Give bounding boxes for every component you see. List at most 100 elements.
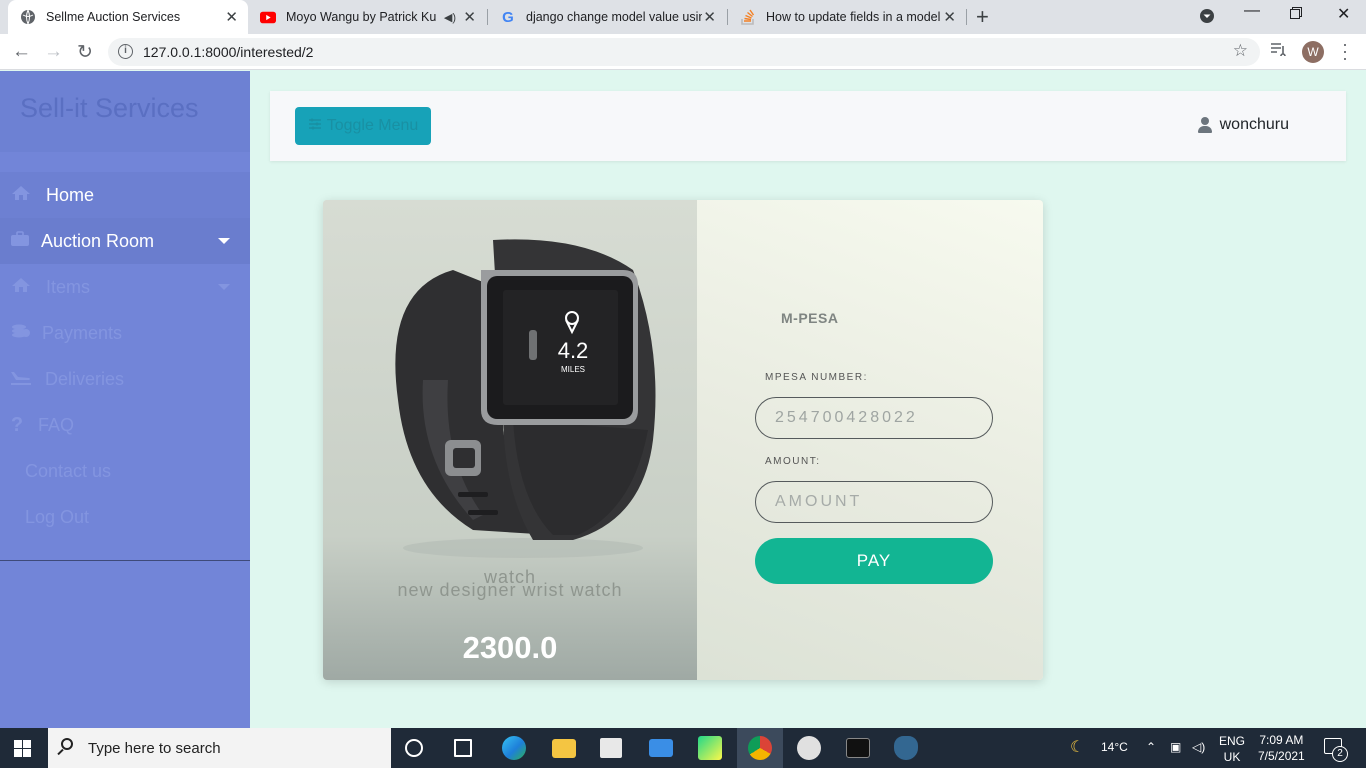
windows-start-icon[interactable] (14, 740, 31, 757)
google-icon: G (502, 8, 514, 26)
close-icon[interactable]: ✕ (943, 8, 956, 26)
site-info-icon[interactable]: i (118, 44, 133, 59)
tab-youtube[interactable]: Moyo Wangu by Patrick Kub ◀) ✕ (248, 0, 486, 34)
sidebar-item-items[interactable]: Items (0, 264, 250, 310)
product-image: 4.2 MILES (395, 239, 656, 558)
close-window-icon[interactable]: ✕ (1337, 4, 1350, 24)
taskbar-clock[interactable]: 7:09 AM 7/5/2021 (1258, 732, 1305, 764)
cortana-icon[interactable] (405, 739, 423, 757)
home-icon (10, 277, 32, 298)
language-code: ENG (1219, 734, 1246, 748)
chrome-icon[interactable] (748, 736, 772, 760)
taskbar-search-placeholder: Type here to search (88, 740, 221, 757)
top-navbar: Toggle Menu wonchuru (270, 91, 1346, 161)
url-text[interactable]: 127.0.0.1:8000/interested/2 (143, 44, 313, 60)
sidebar-divider (0, 560, 250, 561)
mpesa-number-label: MPESA NUMBER: (765, 372, 868, 383)
coins-icon (10, 323, 32, 344)
sidebar-item-logout[interactable]: Log Out (0, 494, 250, 540)
reload-icon[interactable]: ↻ (77, 41, 93, 64)
sidebar-item-auction-room[interactable]: Auction Room (0, 218, 250, 264)
sidebar-item-label: FAQ (38, 414, 75, 435)
user-menu[interactable]: wonchuru (1197, 116, 1289, 134)
tab-sellme[interactable]: Sellme Auction Services ✕ (8, 0, 248, 34)
sidebar-item-payments[interactable]: Payments (0, 310, 250, 356)
amount-input[interactable] (755, 481, 993, 523)
weather-icon[interactable]: ☾ (1070, 737, 1084, 757)
brand-title: Sell-it Services (20, 93, 199, 123)
store-icon[interactable] (600, 738, 622, 758)
pay-button[interactable]: PAY (755, 538, 993, 584)
toggle-menu-button[interactable]: Toggle Menu (295, 107, 431, 145)
sidebar-item-label: Deliveries (45, 368, 125, 389)
briefcase-icon (9, 230, 31, 252)
kebab-menu-icon[interactable]: · · · (1342, 35, 1348, 67)
sidebar-item-label: Auction Room (41, 230, 155, 251)
sidebar-item-label: Home (46, 184, 95, 205)
terminal-icon[interactable] (846, 738, 870, 758)
chevron-down-icon (218, 238, 230, 244)
tab-title: django change model value usinc (526, 10, 702, 24)
new-tab-plus-icon[interactable]: + (976, 4, 989, 30)
mail-icon[interactable] (649, 739, 673, 757)
sidebar-item-label: Payments (42, 322, 123, 343)
clock-date: 7/5/2021 (1258, 749, 1305, 763)
tab-stackoverflow[interactable]: How to update fields in a model ✕ (728, 0, 966, 34)
search-icon (61, 738, 73, 750)
sidebar-item-label: Contact us (25, 460, 112, 481)
close-icon[interactable]: ✕ (463, 8, 476, 26)
product-price: 2300.0 (462, 630, 558, 665)
close-icon[interactable]: ✕ (703, 8, 716, 26)
home-icon (10, 185, 32, 206)
minimize-icon[interactable]: — (1244, 2, 1260, 20)
edge-icon[interactable] (502, 736, 526, 760)
browser-tab-bar: Sellme Auction Services ✕ Moyo Wangu by … (0, 0, 1366, 34)
windows-taskbar: Type here to search ☾ 14°C ⌃ ▣ ◁) ENG UK… (0, 728, 1366, 768)
chevron-down-icon (218, 284, 230, 290)
sidebar-item-home[interactable]: Home (0, 172, 250, 218)
taskbar-search-input[interactable]: Type here to search (48, 728, 391, 768)
question-icon: ? (10, 413, 24, 436)
media-playlist-icon[interactable] (1270, 42, 1286, 61)
payment-panel (697, 200, 1043, 680)
chevron-up-icon[interactable]: ⌃ (1146, 740, 1156, 754)
file-explorer-icon[interactable] (552, 739, 576, 758)
postgresql-icon[interactable] (894, 736, 918, 760)
product-payment-card: 4.2 MILES watch new designer wrist watch… (323, 200, 1043, 680)
volume-icon[interactable]: ◁) (1192, 740, 1205, 754)
mpesa-logo: M-PESA (781, 310, 839, 326)
product-description: new designer wrist watch (397, 580, 623, 600)
amount-label: AMOUNT: (765, 456, 821, 467)
pycharm-icon[interactable] (698, 736, 722, 760)
profile-avatar[interactable]: W (1302, 41, 1324, 63)
clock-app-icon[interactable] (797, 736, 821, 760)
weather-text[interactable]: 14°C (1101, 740, 1128, 754)
tab-title: Sellme Auction Services (46, 10, 181, 24)
speaker-icon[interactable]: ◀) (444, 11, 456, 24)
tab-search-icon[interactable] (1199, 8, 1215, 29)
bookmark-star-icon[interactable]: ☆ (1233, 41, 1248, 61)
sidebar-item-deliveries[interactable]: Deliveries (0, 356, 250, 402)
back-arrow-icon[interactable]: ← (12, 41, 31, 63)
sidebar-item-label: Items (46, 276, 91, 297)
sliders-icon (308, 117, 322, 135)
tab-google[interactable]: G django change model value usinc ✕ (488, 0, 726, 34)
network-icon[interactable]: ▣ (1170, 740, 1181, 754)
stackoverflow-icon (740, 9, 756, 25)
user-icon (1197, 117, 1212, 133)
sidebar-brand[interactable]: Sell-it Services (0, 71, 250, 152)
language-indicator[interactable]: ENG UK (1219, 733, 1245, 765)
sidebar-item-contact[interactable]: Contact us (0, 448, 250, 494)
sidebar-item-faq[interactable]: ? FAQ (0, 402, 250, 448)
url-bar[interactable]: i 127.0.0.1:8000/interested/2 ☆ (108, 38, 1260, 66)
tab-title: Moyo Wangu by Patrick Kub (286, 10, 436, 24)
close-icon[interactable]: ✕ (225, 8, 238, 26)
product-panel: 4.2 MILES watch new designer wrist watch… (323, 200, 697, 680)
username: wonchuru (1219, 116, 1289, 133)
mpesa-number-input[interactable] (755, 397, 993, 439)
task-view-icon[interactable] (454, 739, 472, 757)
restore-icon[interactable] (1290, 6, 1302, 24)
forward-arrow-icon[interactable]: → (44, 41, 63, 63)
watch-screen-unit: MILES (561, 365, 585, 374)
youtube-icon (260, 9, 276, 25)
